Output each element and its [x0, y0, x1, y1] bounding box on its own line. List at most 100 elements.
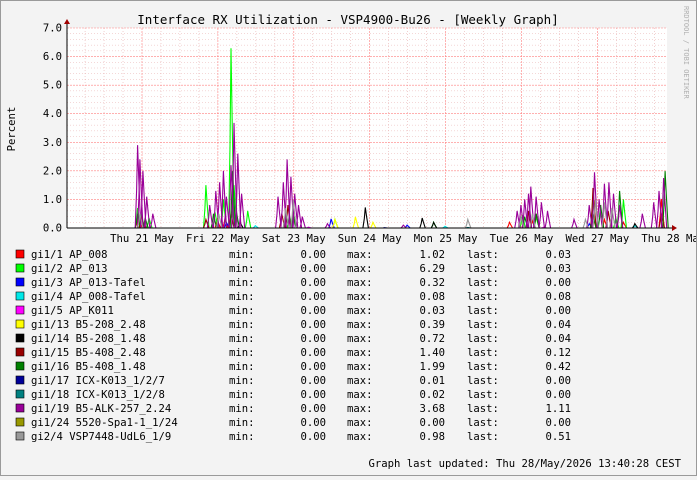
legend-swatch	[16, 250, 24, 258]
legend-max-value: 0.02	[419, 389, 445, 401]
y-tick-label: 1.0	[43, 194, 62, 206]
legend-name: gi1/16 B5-408_1.48	[31, 361, 146, 373]
x-tick-label: Wed 27 May	[566, 233, 630, 245]
legend-max-label: max:	[347, 319, 373, 331]
x-tick-label: Thu 21 May	[110, 233, 174, 245]
legend-max-value: 6.29	[419, 263, 445, 275]
legend-last-value: 0.03	[545, 249, 571, 261]
legend-row: gi1/5 AP_K011min:0.00max:0.03last:0.00	[16, 305, 571, 317]
legend: gi1/1 AP_008min:0.00max:1.02last:0.03gi1…	[16, 249, 571, 443]
legend-max-label: max:	[347, 361, 373, 373]
legend-last-label: last:	[467, 417, 499, 429]
legend-name: gi1/1 AP_008	[31, 249, 108, 261]
legend-min-label: min:	[229, 347, 255, 359]
legend-min-label: min:	[229, 249, 255, 261]
legend-max-label: max:	[347, 249, 373, 261]
legend-name: gi1/14 B5-208_1.48	[31, 333, 146, 345]
legend-max-label: max:	[347, 431, 373, 443]
legend-max-value: 1.99	[419, 361, 445, 373]
legend-row: gi1/18 ICX-K013_1/2/8min:0.00max:0.02las…	[16, 389, 571, 401]
x-tick-label: Sun 24 May	[338, 233, 402, 245]
legend-min-label: min:	[229, 291, 255, 303]
legend-row: gi1/2 AP_013min:0.00max:6.29last:0.03	[16, 263, 571, 275]
legend-min-label: min:	[229, 389, 255, 401]
legend-name: gi1/5 AP_K011	[31, 305, 114, 317]
legend-last-label: last:	[467, 319, 499, 331]
legend-last-label: last:	[467, 403, 499, 415]
legend-last-value: 0.00	[545, 417, 571, 429]
legend-min-value: 0.00	[300, 375, 326, 387]
legend-last-value: 0.42	[545, 361, 571, 373]
legend-row: gi1/4 AP_008-Tafelmin:0.00max:0.08last:0…	[16, 291, 571, 303]
legend-min-value: 0.00	[300, 263, 326, 275]
legend-min-value: 0.00	[300, 417, 326, 429]
legend-swatch	[16, 376, 24, 384]
legend-row: gi1/1 AP_008min:0.00max:1.02last:0.03	[16, 249, 571, 261]
legend-row: gi2/4 VSP7448-UdL6_1/9min:0.00max:0.98la…	[16, 431, 571, 443]
legend-last-label: last:	[467, 389, 499, 401]
legend-max-value: 0.03	[419, 305, 445, 317]
legend-max-value: 0.00	[419, 417, 445, 429]
legend-min-label: min:	[229, 305, 255, 317]
y-tick-labels: 0.01.02.03.04.05.06.07.0	[43, 23, 62, 235]
legend-name: gi2/4 VSP7448-UdL6_1/9	[31, 431, 171, 443]
x-tick-labels: Thu 21 MayFri 22 MaySat 23 MaySun 24 May…	[110, 233, 696, 245]
legend-min-label: min:	[229, 319, 255, 331]
x-tick-label: Fri 22 May	[186, 233, 250, 245]
legend-swatch	[16, 348, 24, 356]
legend-last-value: 0.51	[545, 431, 571, 443]
legend-last-label: last:	[467, 277, 499, 289]
legend-swatch	[16, 418, 24, 426]
graph-frame: Interface RX Utilization - VSP4900-Bu26 …	[0, 0, 697, 476]
legend-max-label: max:	[347, 277, 373, 289]
legend-max-label: max:	[347, 375, 373, 387]
y-axis-arrow	[64, 19, 70, 24]
plot-area	[67, 28, 667, 228]
legend-name: gi1/18 ICX-K013_1/2/8	[31, 389, 165, 401]
legend-min-value: 0.00	[300, 431, 326, 443]
legend-row: gi1/3 AP_013-Tafelmin:0.00max:0.32last:0…	[16, 277, 571, 289]
legend-last-value: 1.11	[545, 403, 571, 415]
legend-name: gi1/24 5520-Spa1-1_1/24	[31, 417, 178, 429]
legend-last-label: last:	[467, 361, 499, 373]
chart: Interface RX Utilization - VSP4900-Bu26 …	[1, 1, 696, 475]
legend-swatch	[16, 362, 24, 370]
legend-min-value: 0.00	[300, 347, 326, 359]
legend-swatch	[16, 264, 24, 272]
legend-last-value: 0.00	[545, 305, 571, 317]
legend-name: gi1/13 B5-208_2.48	[31, 319, 146, 331]
legend-last-label: last:	[467, 305, 499, 317]
y-tick-label: 0.0	[43, 223, 62, 235]
legend-last-label: last:	[467, 333, 499, 345]
legend-swatch	[16, 306, 24, 314]
legend-max-value: 0.08	[419, 291, 445, 303]
legend-swatch	[16, 432, 24, 440]
legend-min-value: 0.00	[300, 319, 326, 331]
legend-name: gi1/4 AP_008-Tafel	[31, 291, 146, 303]
legend-last-label: last:	[467, 249, 499, 261]
legend-swatch	[16, 278, 24, 286]
legend-last-value: 0.00	[545, 277, 571, 289]
legend-swatch	[16, 320, 24, 328]
chart-title: Interface RX Utilization - VSP4900-Bu26 …	[137, 12, 558, 27]
legend-max-value: 0.72	[419, 333, 445, 345]
legend-row: gi1/19 B5-ALK-257_2.24min:0.00max:3.68la…	[16, 403, 571, 415]
legend-min-value: 0.00	[300, 291, 326, 303]
x-tick-label: Thu 28 May	[641, 233, 696, 245]
legend-max-label: max:	[347, 417, 373, 429]
legend-last-value: 0.00	[545, 375, 571, 387]
legend-last-value: 0.04	[545, 319, 571, 331]
last-updated: Graph last updated: Thu 28/May/2026 13:4…	[368, 458, 681, 470]
legend-min-value: 0.00	[300, 305, 326, 317]
legend-last-label: last:	[467, 375, 499, 387]
legend-max-value: 1.02	[419, 249, 445, 261]
y-tick-label: 6.0	[43, 51, 62, 63]
legend-swatch	[16, 334, 24, 342]
legend-name: gi1/17 ICX-K013_1/2/7	[31, 375, 165, 387]
legend-min-value: 0.00	[300, 389, 326, 401]
legend-name: gi1/15 B5-408_2.48	[31, 347, 146, 359]
legend-swatch	[16, 404, 24, 412]
legend-row: gi1/14 B5-208_1.48min:0.00max:0.72last:0…	[16, 333, 571, 345]
legend-last-value: 0.03	[545, 263, 571, 275]
x-tick-label: Mon 25 May	[414, 233, 478, 245]
